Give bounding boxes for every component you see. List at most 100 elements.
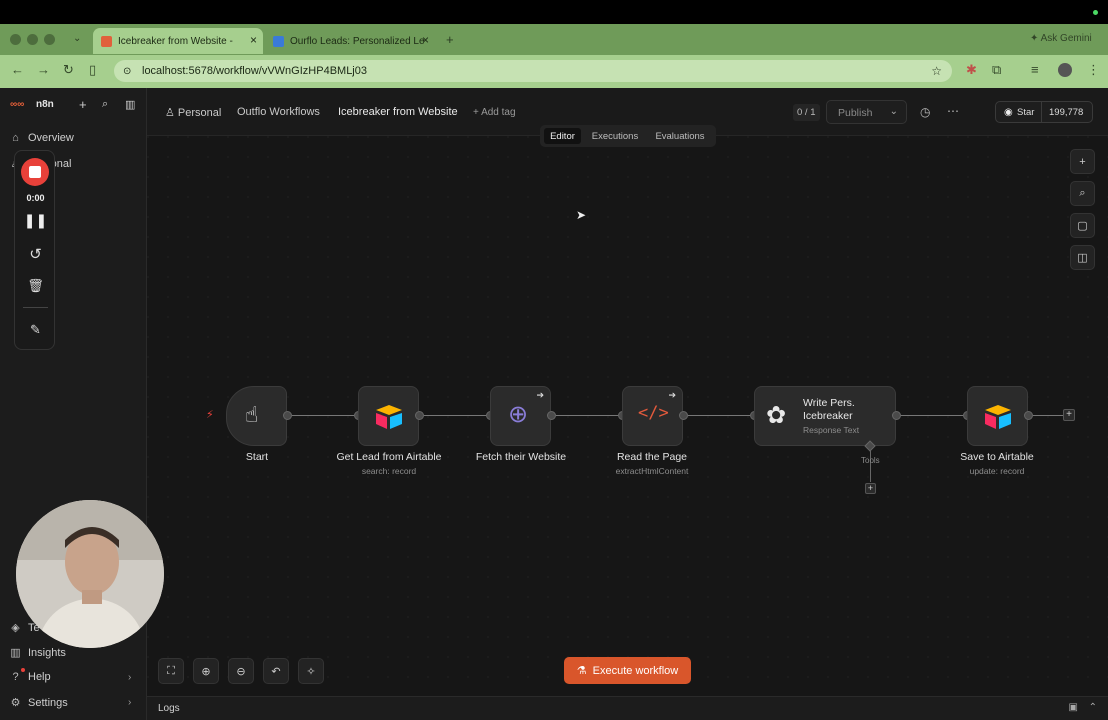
- node-read-page[interactable]: </> ➔: [622, 386, 683, 446]
- browser-tab-icebreaker[interactable]: Icebreaker from Website - ×: [93, 28, 263, 54]
- connection-line: [688, 415, 750, 416]
- extensions-puzzle-icon[interactable]: ⧉: [992, 62, 1001, 78]
- breadcrumb-personal[interactable]: ♙ Personal: [165, 106, 221, 119]
- media-icon[interactable]: ≡: [1031, 62, 1039, 77]
- more-options-icon[interactable]: ⋯: [947, 104, 959, 118]
- site-info-icon[interactable]: ⊙: [123, 66, 131, 77]
- user-icon: ♙: [165, 107, 178, 119]
- github-star-count: 199,778: [1049, 107, 1084, 118]
- window-zoom-dot[interactable]: [44, 34, 55, 45]
- reload-icon[interactable]: ↻: [63, 62, 74, 78]
- node-save-airtable[interactable]: [967, 386, 1028, 446]
- add-node-button[interactable]: +: [1070, 149, 1095, 174]
- trigger-bolt-icon: ⚡: [206, 409, 214, 421]
- airtable-icon: [376, 405, 402, 429]
- node-fetch-website[interactable]: ⊕ ➔: [490, 386, 551, 446]
- sidebar-item-insights[interactable]: ▥ Insights: [10, 646, 66, 660]
- node-subtitle: search: record: [361, 466, 417, 476]
- publish-button-group: Publish ⌄: [826, 100, 907, 124]
- browser-tab-outflo[interactable]: Ourflo Leads: Personalized Le ×: [265, 28, 435, 54]
- window-minimize-dot[interactable]: [27, 34, 38, 45]
- pen-icon[interactable]: ✎: [15, 322, 56, 338]
- extension-icon[interactable]: ✱: [966, 62, 977, 78]
- browser-menu-icon[interactable]: ⋮: [1087, 62, 1100, 78]
- close-tab-icon[interactable]: ×: [422, 33, 429, 47]
- connection-line: [1033, 415, 1063, 416]
- sidebar-item-settings[interactable]: ⚙ Settings: [10, 696, 68, 710]
- pause-icon[interactable]: ❚❚: [15, 212, 56, 229]
- window-close-dot[interactable]: [10, 34, 21, 45]
- node-subtitle: Response Text: [803, 425, 860, 435]
- zoom-out-button[interactable]: ⊖: [228, 658, 254, 684]
- n8n-logo-icon[interactable]: ∞∞: [10, 99, 24, 110]
- panel-toggle-button[interactable]: ◫: [1070, 245, 1095, 270]
- output-port[interactable]: [1024, 411, 1033, 420]
- tidy-up-button[interactable]: ✧: [298, 658, 324, 684]
- ask-gemini-button[interactable]: ✦ Ask Gemini: [1030, 33, 1092, 44]
- sidebar-item-overview[interactable]: ⌂ Overview: [10, 132, 74, 144]
- node-label: Get Lead from Airtable: [336, 451, 442, 463]
- node-label: Fetch their Website: [475, 451, 567, 463]
- tab-list-icon[interactable]: ⌄: [73, 33, 81, 44]
- forward-icon[interactable]: →: [37, 62, 50, 77]
- airtable-icon: [985, 405, 1011, 429]
- chevron-down-icon[interactable]: ⌄: [890, 106, 898, 117]
- node-get-lead[interactable]: [358, 386, 419, 446]
- code-icon: </>: [638, 403, 669, 423]
- back-icon[interactable]: ←: [11, 62, 24, 77]
- webcam-overlay: [16, 500, 164, 648]
- node-label: Read the Page: [616, 451, 688, 463]
- mouse-cursor-icon: ➤: [576, 208, 587, 222]
- add-tool-button[interactable]: +: [865, 483, 876, 494]
- tab-editor[interactable]: Editor: [544, 128, 581, 144]
- github-star-button[interactable]: ◉ Star 199,778: [995, 101, 1093, 123]
- stop-recording-button[interactable]: [21, 158, 49, 186]
- add-tag-button[interactable]: + Add tag: [473, 107, 516, 118]
- canvas-search-button[interactable]: ⌕: [1070, 181, 1095, 206]
- execute-workflow-button[interactable]: ⚗ Execute workflow: [564, 657, 691, 684]
- node-start[interactable]: ☝: [226, 386, 287, 446]
- fit-view-button[interactable]: ⛶: [158, 658, 184, 684]
- bookmark-star-icon[interactable]: ☆: [931, 64, 942, 78]
- trash-icon[interactable]: 🗑: [15, 278, 56, 294]
- undo-button[interactable]: ↶: [263, 658, 289, 684]
- sidebar-item-help[interactable]: ? Help: [10, 671, 51, 683]
- create-plus-icon[interactable]: +: [79, 97, 87, 112]
- search-icon[interactable]: ⌕: [102, 98, 108, 111]
- collapse-sidebar-icon[interactable]: ▥: [125, 98, 135, 111]
- output-port[interactable]: [415, 411, 424, 420]
- connection-line: [292, 415, 354, 416]
- home-icon: ⌂: [12, 132, 19, 144]
- new-tab-icon[interactable]: +: [446, 32, 454, 47]
- sidebar-item-label: Help: [28, 671, 51, 683]
- n8n-favicon-icon: [101, 35, 112, 47]
- globe-icon: ⊕: [508, 401, 529, 428]
- tab-evaluations[interactable]: Evaluations: [650, 128, 710, 144]
- output-port[interactable]: [283, 411, 292, 420]
- workflow-title[interactable]: Icebreaker from Website: [338, 106, 458, 118]
- history-icon[interactable]: ◷: [920, 105, 930, 119]
- ask-gemini-label: Ask Gemini: [1040, 33, 1092, 44]
- profile-avatar[interactable]: [1058, 63, 1072, 77]
- connection-line: [901, 415, 963, 416]
- zoom-in-button[interactable]: ⊕: [193, 658, 219, 684]
- gear-icon: ⚙: [10, 697, 21, 709]
- breadcrumb-folder[interactable]: Outflo Workflows: [237, 106, 320, 118]
- github-icon: ◉: [1004, 107, 1013, 118]
- close-tab-icon[interactable]: ×: [250, 33, 257, 47]
- breadcrumb-personal-label: Personal: [177, 107, 222, 119]
- github-divider: [1041, 102, 1042, 122]
- output-port[interactable]: [892, 411, 901, 420]
- address-bar[interactable]: ⊙ localhost:5678/workflow/vVWnGIzHP4BMLj…: [114, 60, 952, 82]
- node-write-icebreaker[interactable]: ✿ Write Pers. Icebreaker Response Text: [754, 386, 896, 446]
- restart-icon[interactable]: ↺: [15, 245, 56, 263]
- publish-button[interactable]: Publish: [838, 107, 872, 119]
- output-port[interactable]: [547, 411, 556, 420]
- tab-executions[interactable]: Executions: [586, 128, 644, 144]
- output-port[interactable]: [679, 411, 688, 420]
- add-next-node-button[interactable]: +: [1063, 409, 1075, 421]
- screen-recorder-widget: 0:00 ❚❚ ↺ 🗑 ✎: [14, 150, 55, 350]
- sidebar-toggle-icon[interactable]: ▯: [89, 62, 96, 78]
- sticky-note-button[interactable]: ▢: [1070, 213, 1095, 238]
- node-subtitle: extractHtmlContent: [615, 466, 689, 476]
